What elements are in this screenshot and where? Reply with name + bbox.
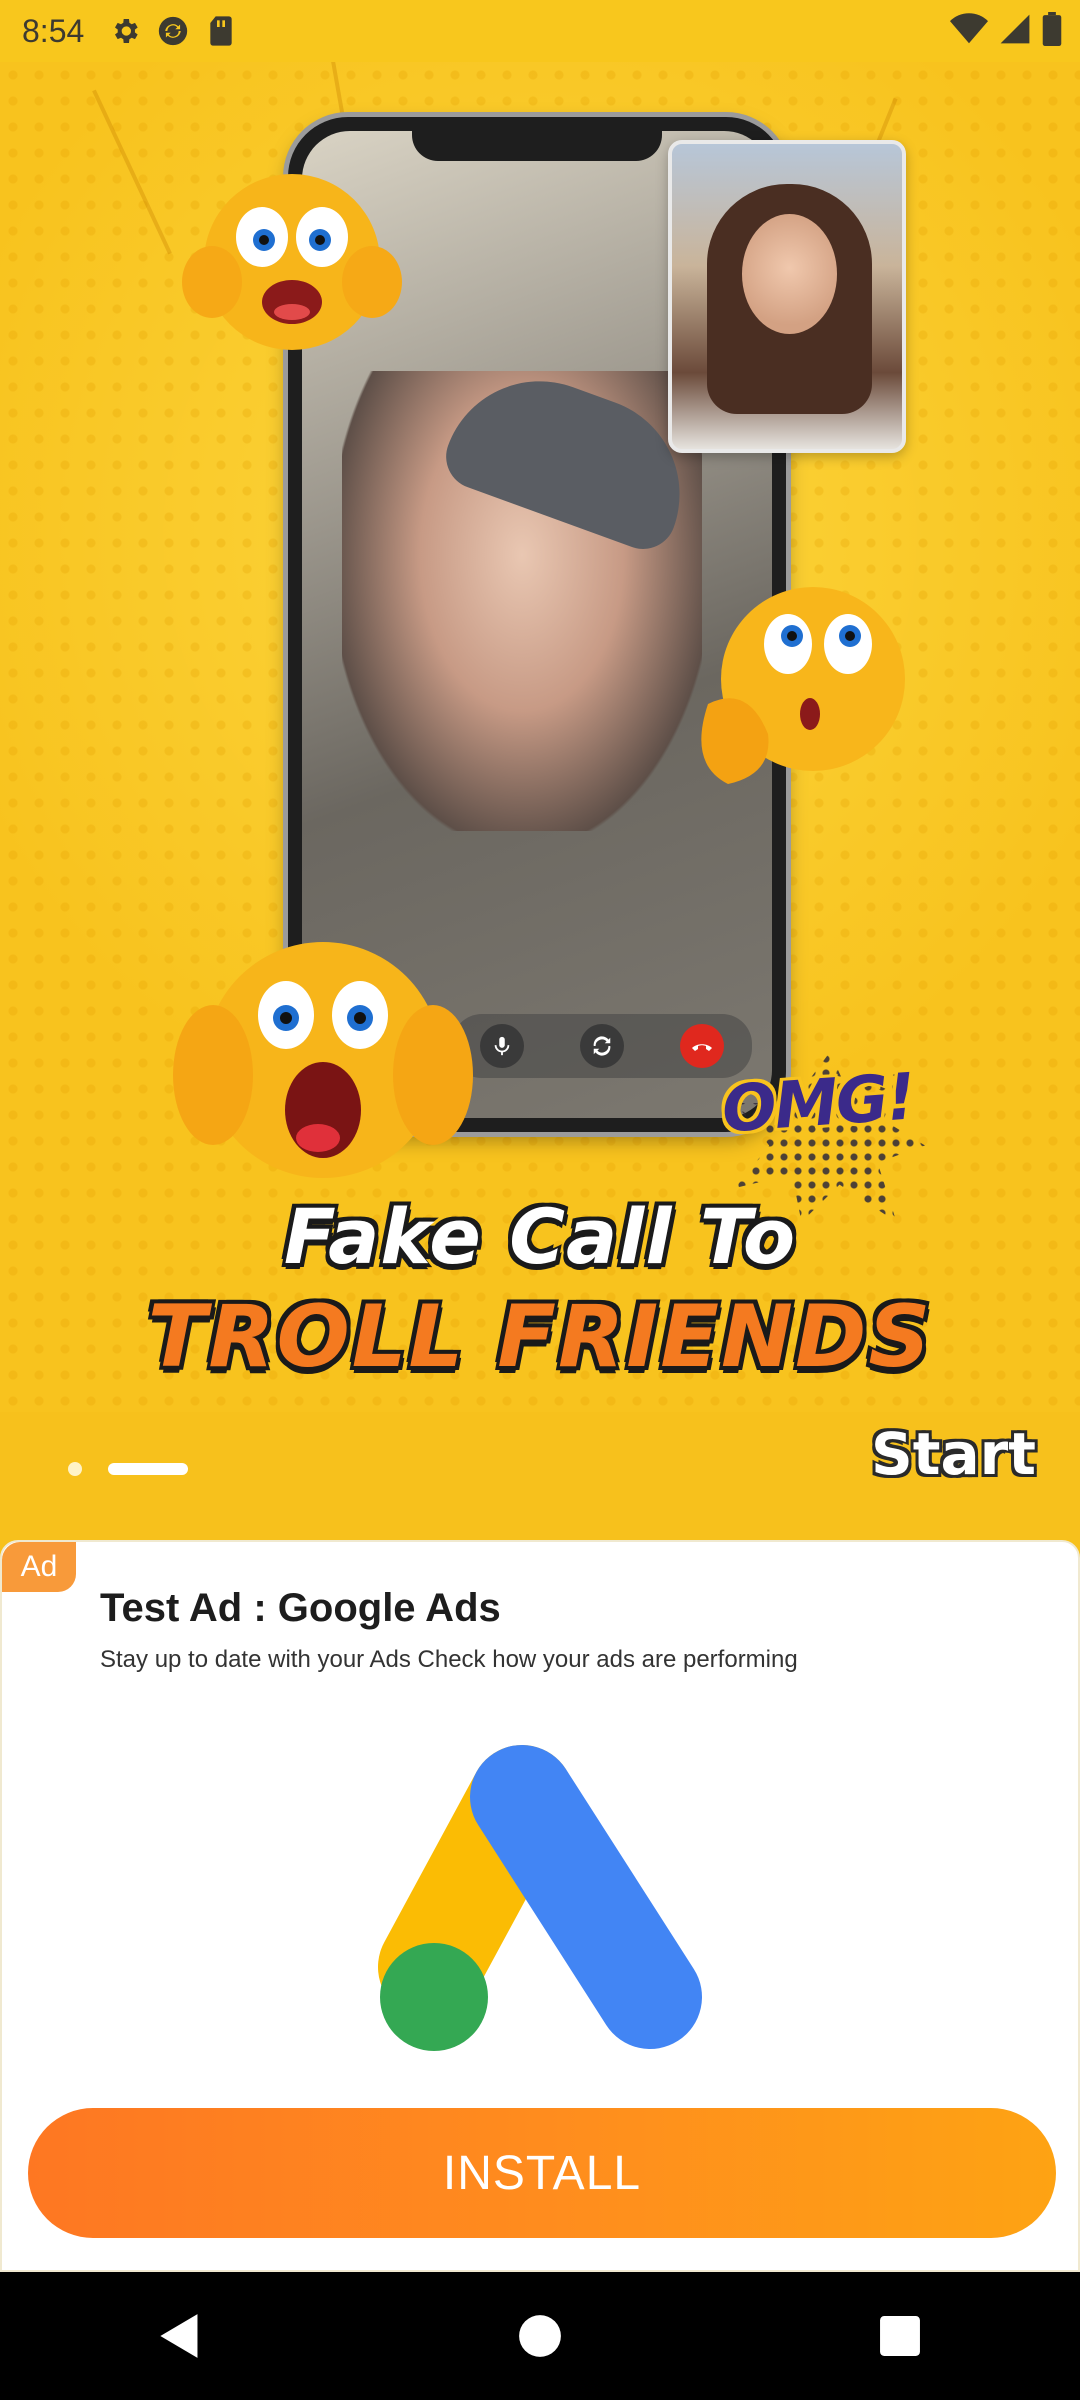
pager-row: Start — [0, 1412, 1080, 1532]
system-nav-bar — [0, 2272, 1080, 2400]
call-controls — [452, 1014, 752, 1078]
page-indicator-dot[interactable] — [68, 1462, 82, 1476]
recents-icon[interactable] — [855, 2291, 945, 2381]
phone-notch — [412, 117, 662, 161]
end-call-icon — [680, 1024, 724, 1068]
onboarding-hero: OMG! Fake Call To TROLL FRIENDS — [0, 62, 1080, 1412]
status-bar: 8:54 — [0, 0, 1080, 62]
back-icon[interactable] — [135, 2291, 225, 2381]
page-indicator-active[interactable] — [108, 1463, 188, 1475]
shocked-emoji-icon — [182, 174, 402, 350]
install-button[interactable]: INSTALL — [28, 2108, 1056, 2238]
battery-icon — [1042, 11, 1062, 51]
mic-icon — [480, 1024, 524, 1068]
sync-icon — [156, 14, 190, 48]
status-time: 8:54 — [22, 12, 85, 49]
headline-line2: TROLL FRIENDS — [147, 1287, 933, 1387]
start-button[interactable]: Start — [871, 1420, 1036, 1488]
ad-description[interactable]: Stay up to date with your Ads Check how … — [100, 1646, 798, 1674]
screaming-emoji-icon — [173, 942, 473, 1178]
sd-card-icon — [204, 14, 238, 48]
ad-title[interactable]: Test Ad : Google Ads — [100, 1586, 501, 1631]
surprised-emoji-icon — [701, 587, 905, 784]
gear-icon — [108, 14, 142, 48]
wifi-icon — [950, 12, 988, 50]
headline-line1: Fake Call To — [283, 1192, 797, 1281]
pip-video-photo — [668, 140, 906, 453]
ad-badge: Ad — [2, 1542, 76, 1592]
omg-sticker: OMG! — [719, 1060, 917, 1148]
native-ad-card[interactable]: Ad Test Ad : Google Ads Stay up to date … — [0, 1540, 1080, 2272]
home-icon[interactable] — [495, 2291, 585, 2381]
signal-icon — [998, 13, 1032, 50]
google-ads-logo-icon[interactable] — [372, 1742, 712, 2052]
switch-camera-icon — [580, 1024, 624, 1068]
pip-face — [742, 214, 837, 334]
